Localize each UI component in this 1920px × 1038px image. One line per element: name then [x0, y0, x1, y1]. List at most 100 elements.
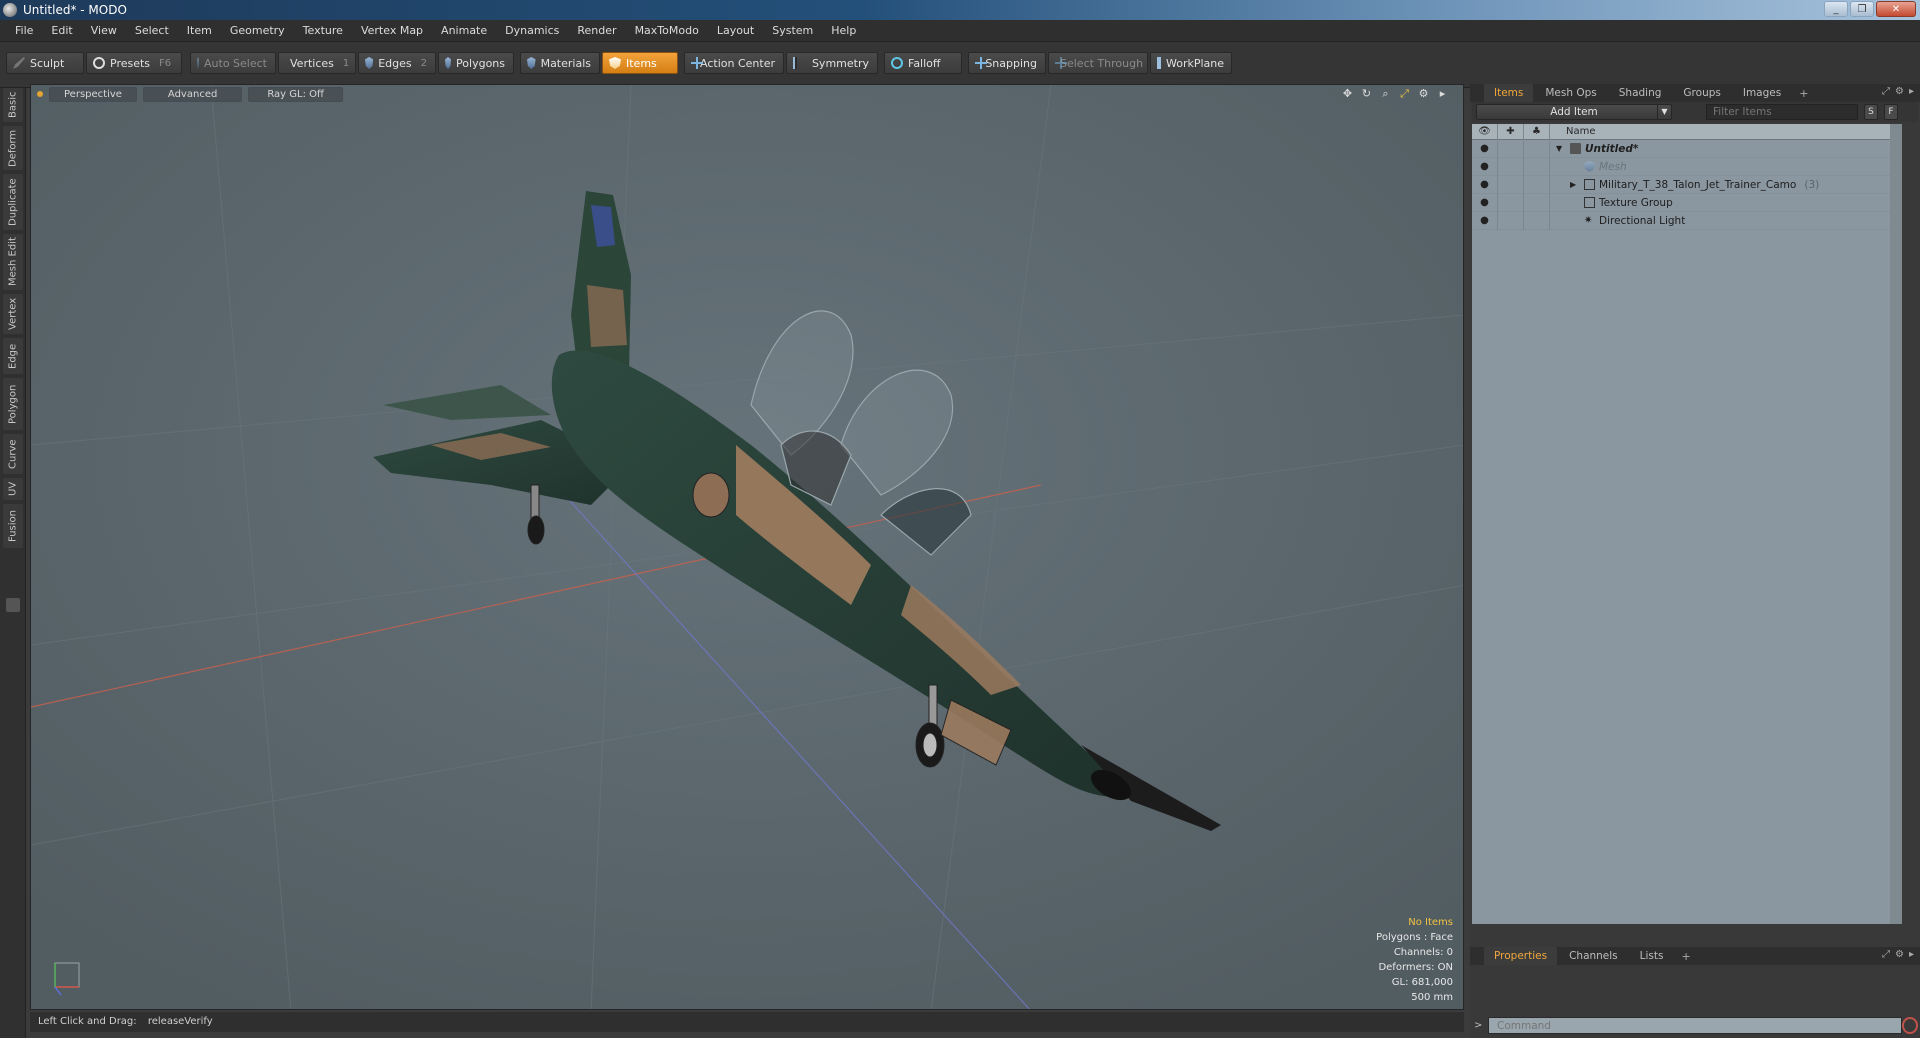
add-tab-icon[interactable]: + — [1793, 87, 1814, 100]
tree-row-light[interactable]: ● ✷ Directional Light — [1472, 211, 1902, 230]
tab-mesh-edit[interactable]: Mesh Edit — [3, 234, 23, 290]
tab-polygon[interactable]: Polygon — [3, 378, 23, 430]
tab-lists[interactable]: Lists — [1630, 947, 1674, 965]
snapping-label: Snapping — [985, 56, 1037, 70]
rotate-icon[interactable]: ↻ — [1360, 87, 1373, 100]
panel-menu-icon[interactable]: ▸ — [1909, 86, 1914, 97]
tab-channels[interactable]: Channels — [1559, 947, 1628, 965]
presets-icon — [93, 57, 105, 69]
tab-items[interactable]: Items — [1484, 84, 1534, 102]
fit-icon[interactable]: ⤢ — [1398, 87, 1411, 100]
falloff-button[interactable]: Falloff — [884, 52, 962, 74]
eye-icon[interactable]: ● — [1472, 175, 1498, 194]
edges-button[interactable]: Edges 2 — [358, 52, 436, 74]
3d-viewport[interactable]: Perspective Advanced Ray GL: Off ✥ ↻ ⌕ ⤢… — [30, 84, 1464, 1010]
items-mode-button[interactable]: Items — [602, 52, 678, 74]
eye-icon[interactable]: ● — [1472, 139, 1498, 158]
tab-uv[interactable]: UV — [3, 478, 23, 500]
menu-maxtomodo[interactable]: MaxToModo — [626, 20, 708, 42]
tab-mesh-ops[interactable]: Mesh Ops — [1535, 84, 1606, 102]
menu-item[interactable]: Item — [178, 20, 221, 42]
command-expand-icon[interactable]: > — [1474, 1017, 1482, 1034]
tree-row-scene[interactable]: ● ▼ Untitled* — [1472, 139, 1902, 158]
workplane-button[interactable]: WorkPlane — [1150, 52, 1232, 74]
command-input[interactable] — [1488, 1017, 1902, 1034]
minimize-button[interactable]: _ — [1824, 1, 1848, 17]
command-history-icon[interactable] — [1902, 1017, 1918, 1034]
tree-row-jet-group[interactable]: ● ▶ Military_T_38_Talon_Jet_Trainer_Camo… — [1472, 175, 1902, 194]
tab-images[interactable]: Images — [1733, 84, 1791, 102]
items-toolbar: Add Item ▼ S F — [1472, 102, 1918, 122]
tab-duplicate[interactable]: Duplicate — [3, 174, 23, 230]
perspective-dropdown[interactable]: Perspective — [49, 86, 137, 102]
tab-edge[interactable]: Edge — [3, 338, 23, 374]
add-item-button[interactable]: Add Item ▼ — [1476, 104, 1672, 120]
expand-icon[interactable]: ⤢ — [1882, 86, 1890, 97]
tab-basic[interactable]: Basic — [3, 88, 23, 122]
items-label: Items — [626, 56, 657, 70]
item-list-scrollbar[interactable] — [1890, 124, 1902, 924]
raygl-dropdown[interactable]: Ray GL: Off — [248, 86, 343, 102]
eye-icon[interactable]: ● — [1472, 211, 1498, 230]
add-item-label: Add Item — [1550, 106, 1598, 118]
menu-help[interactable]: Help — [822, 20, 865, 42]
auto-select-button[interactable]: Auto Select — [190, 52, 276, 74]
sculpt-label: Sculpt — [30, 56, 65, 70]
filter-s-button[interactable]: S — [1864, 104, 1878, 120]
add-tab-icon[interactable]: + — [1675, 950, 1696, 963]
menu-select[interactable]: Select — [126, 20, 178, 42]
tab-curve[interactable]: Curve — [3, 434, 23, 474]
viewport-menu-icon[interactable]: ▸ — [1436, 87, 1449, 100]
select-through-button[interactable]: Select Through — [1048, 52, 1148, 74]
tab-groups[interactable]: Groups — [1673, 84, 1730, 102]
panel-settings-icon[interactable]: ⚙ — [1895, 86, 1904, 97]
action-center-button[interactable]: Action Center — [684, 52, 784, 74]
menu-texture[interactable]: Texture — [294, 20, 352, 42]
polygons-button[interactable]: Polygons — [438, 52, 514, 74]
chevron-down-icon[interactable]: ▼ — [1657, 105, 1671, 119]
eye-icon[interactable]: ● — [1472, 193, 1498, 212]
close-button[interactable]: ✕ — [1876, 1, 1916, 17]
filter-items-input[interactable] — [1706, 104, 1858, 120]
tab-deform[interactable]: Deform — [3, 126, 23, 170]
menu-file[interactable]: File — [6, 20, 42, 42]
panel-collapse-handle[interactable] — [6, 598, 20, 612]
advanced-dropdown[interactable]: Advanced — [142, 86, 243, 102]
tree-label-jet: Military_T_38_Talon_Jet_Trainer_Camo — [1599, 178, 1797, 191]
menu-edit[interactable]: Edit — [42, 20, 81, 42]
sculpt-button[interactable]: Sculpt — [6, 52, 84, 74]
tree-row-mesh[interactable]: ● Mesh — [1472, 157, 1902, 176]
tab-shading[interactable]: Shading — [1609, 84, 1672, 102]
snapping-button[interactable]: Snapping — [968, 52, 1046, 74]
eye-icon[interactable]: ● — [1472, 157, 1498, 176]
menu-dynamics[interactable]: Dynamics — [496, 20, 568, 42]
tab-properties[interactable]: Properties — [1484, 947, 1558, 965]
presets-button[interactable]: Presets F6 — [86, 52, 182, 74]
menu-system[interactable]: System — [763, 20, 822, 42]
expand-icon[interactable]: ⤢ — [1882, 949, 1890, 960]
filter-f-button[interactable]: F — [1884, 104, 1898, 120]
materials-button[interactable]: Materials — [520, 52, 600, 74]
tab-fusion[interactable]: Fusion — [3, 504, 23, 548]
panel-menu-icon[interactable]: ▸ — [1909, 949, 1914, 960]
menu-view[interactable]: View — [82, 20, 126, 42]
maximize-button[interactable]: ❐ — [1850, 1, 1874, 17]
render-column-icon: ♣ — [1524, 123, 1550, 140]
pan-icon[interactable]: ✥ — [1341, 87, 1354, 100]
expand-arrow-icon[interactable]: ▶ — [1570, 180, 1580, 189]
menu-animate[interactable]: Animate — [432, 20, 496, 42]
panel-settings-icon[interactable]: ⚙ — [1895, 949, 1904, 960]
viewport-settings-icon[interactable]: ⚙ — [1417, 87, 1430, 100]
menu-geometry[interactable]: Geometry — [221, 20, 294, 42]
vertices-button[interactable]: Vertices 1 — [278, 52, 356, 74]
tree-row-texture-group[interactable]: ● Texture Group — [1472, 193, 1902, 212]
tab-vertex[interactable]: Vertex — [3, 294, 23, 334]
collapse-icon[interactable]: ▼ — [1556, 144, 1566, 153]
title-bar: Untitled* - MODO _ ❐ ✕ — [0, 0, 1920, 20]
menu-render[interactable]: Render — [568, 20, 625, 42]
symmetry-button[interactable]: Symmetry — [786, 52, 878, 74]
zoom-icon[interactable]: ⌕ — [1379, 87, 1392, 100]
menu-layout[interactable]: Layout — [708, 20, 763, 42]
menu-vertex-map[interactable]: Vertex Map — [352, 20, 432, 42]
workplane-label: WorkPlane — [1166, 56, 1225, 70]
